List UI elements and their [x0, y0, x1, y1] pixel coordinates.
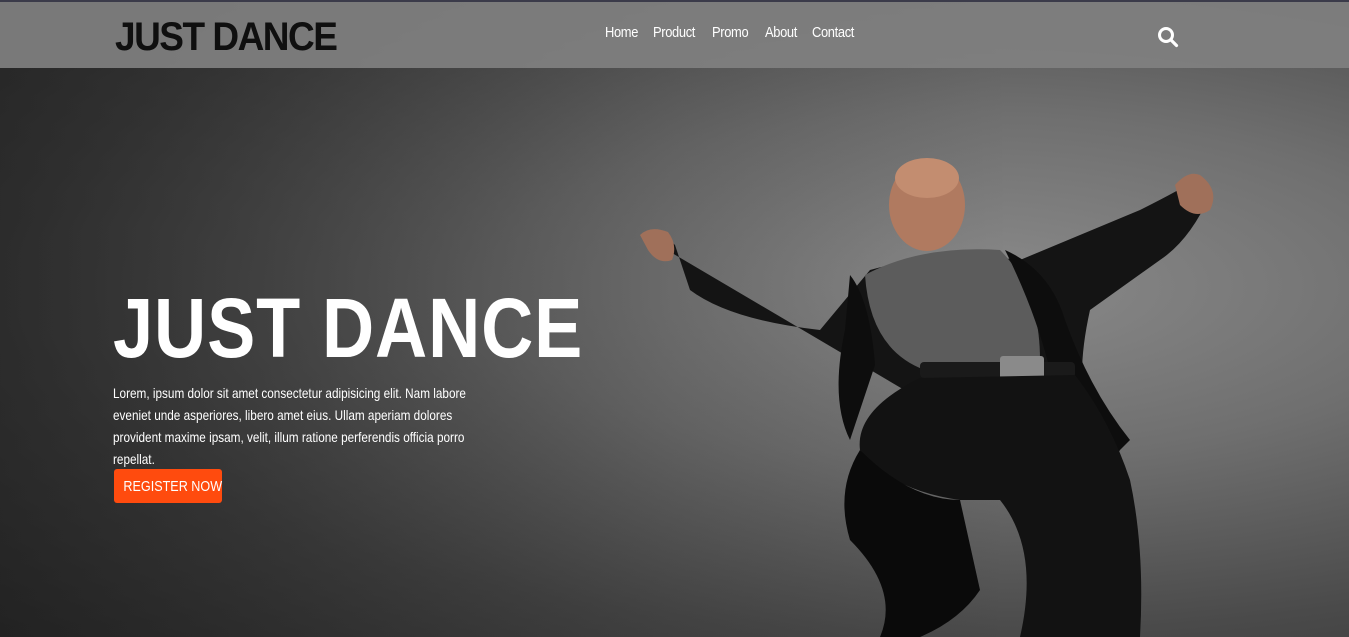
hero-title: JUST DANCE — [113, 281, 584, 375]
nav-link-home[interactable]: Home — [605, 24, 638, 41]
register-now-button[interactable]: REGISTER NOW — [114, 469, 222, 503]
hero-description: Lorem, ipsum dolor sit amet consectetur … — [113, 385, 466, 467]
nav-link-contact[interactable]: Contact — [812, 24, 854, 41]
search-icon — [1158, 27, 1179, 48]
nav-link-product[interactable]: Product — [653, 24, 695, 41]
register-now-label: REGISTER NOW — [123, 477, 223, 495]
navbar: JUST DANCE Home Product Promo About Cont… — [0, 2, 1349, 68]
nav-link-about[interactable]: About — [765, 24, 797, 41]
hero-content: JUST DANCE Lorem, ipsum dolor sit amet c… — [113, 280, 660, 470]
main-nav: Home Product Promo About Contact — [605, 24, 855, 41]
top-border — [0, 0, 1349, 2]
dancer-photo — [640, 158, 1214, 637]
brand-logo[interactable]: JUST DANCE — [115, 12, 338, 62]
search-button[interactable] — [1157, 26, 1179, 48]
nav-link-promo[interactable]: Promo — [712, 24, 749, 41]
